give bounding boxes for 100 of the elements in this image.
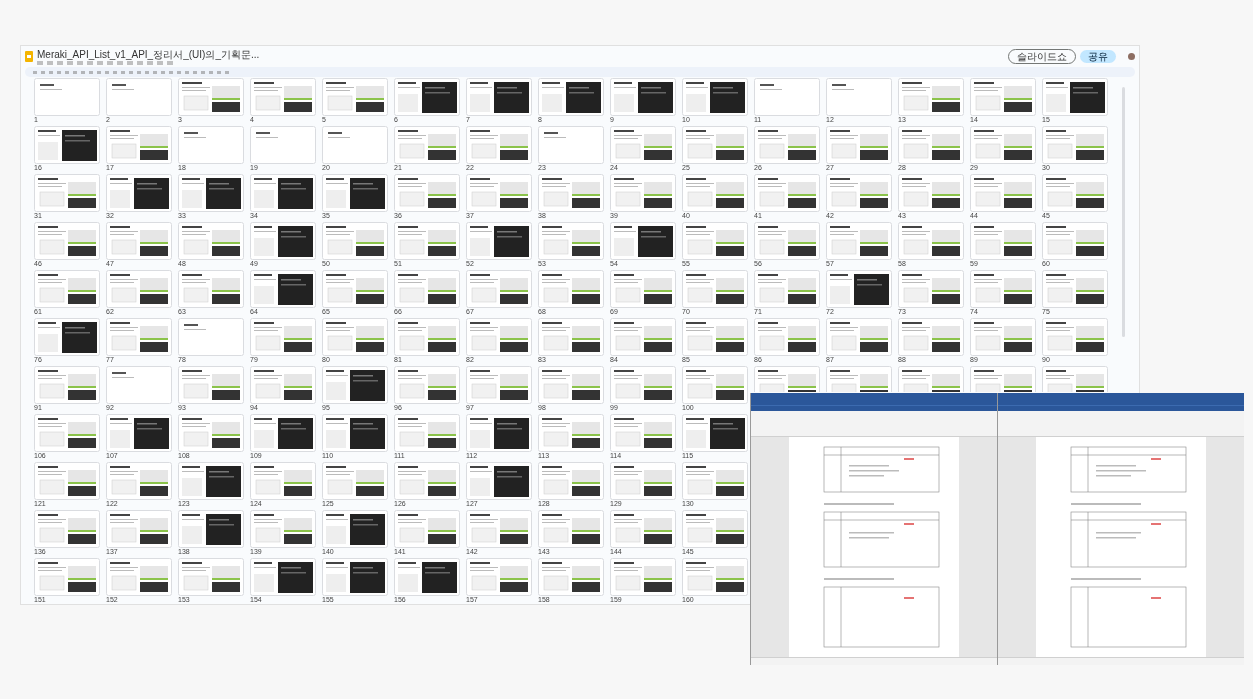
slide-thumbnail[interactable]	[466, 270, 532, 308]
slide-thumbnail[interactable]	[610, 366, 676, 404]
slide-thumbnail[interactable]	[250, 222, 316, 260]
slide-thumbnail[interactable]	[610, 462, 676, 500]
slide-thumbnail[interactable]	[178, 222, 244, 260]
slide-thumbnail[interactable]	[754, 174, 820, 212]
share-button[interactable]: 공유	[1080, 50, 1116, 64]
slide-thumbnail[interactable]	[178, 174, 244, 212]
slide-thumbnail[interactable]	[250, 558, 316, 596]
slide-thumbnail[interactable]	[178, 462, 244, 500]
slide-thumbnail[interactable]	[898, 270, 964, 308]
slide-thumbnail[interactable]	[394, 222, 460, 260]
slide-thumbnail[interactable]	[466, 174, 532, 212]
slide-thumbnail[interactable]	[538, 126, 604, 164]
slide-thumbnail[interactable]	[178, 270, 244, 308]
slide-thumbnail[interactable]	[898, 318, 964, 356]
slide-thumbnail[interactable]	[538, 174, 604, 212]
slide-thumbnail[interactable]	[898, 174, 964, 212]
slide-thumbnail[interactable]	[322, 366, 388, 404]
slide-thumbnail[interactable]	[466, 78, 532, 116]
slide-thumbnail[interactable]	[250, 366, 316, 404]
slide-thumbnail[interactable]	[322, 414, 388, 452]
slide-thumbnail[interactable]	[34, 318, 100, 356]
slide-thumbnail[interactable]	[682, 558, 748, 596]
slide-thumbnail[interactable]	[610, 126, 676, 164]
slide-thumbnail[interactable]	[754, 318, 820, 356]
slide-thumbnail[interactable]	[106, 414, 172, 452]
slide-thumbnail[interactable]	[466, 318, 532, 356]
slide-thumbnail[interactable]	[394, 174, 460, 212]
slide-thumbnail[interactable]	[1042, 270, 1108, 308]
slide-thumbnail[interactable]	[898, 126, 964, 164]
slide-thumbnail[interactable]	[826, 174, 892, 212]
slide-thumbnail[interactable]	[754, 222, 820, 260]
slide-thumbnail[interactable]	[610, 318, 676, 356]
slide-thumbnail[interactable]	[394, 126, 460, 164]
slide-thumbnail[interactable]	[250, 78, 316, 116]
slide-thumbnail[interactable]	[754, 126, 820, 164]
slide-thumbnail[interactable]	[394, 366, 460, 404]
slide-thumbnail[interactable]	[682, 126, 748, 164]
slide-thumbnail[interactable]	[538, 366, 604, 404]
slide-thumbnail[interactable]	[322, 174, 388, 212]
slide-thumbnail[interactable]	[250, 462, 316, 500]
slide-thumbnail[interactable]	[106, 558, 172, 596]
slide-thumbnail[interactable]	[682, 174, 748, 212]
slide-thumbnail[interactable]	[34, 78, 100, 116]
slide-thumbnail[interactable]	[610, 414, 676, 452]
slide-thumbnail[interactable]	[754, 270, 820, 308]
slide-thumbnail[interactable]	[322, 558, 388, 596]
slide-thumbnail[interactable]	[34, 462, 100, 500]
slide-thumbnail[interactable]	[178, 414, 244, 452]
slide-thumbnail[interactable]	[826, 366, 892, 392]
slide-thumbnail[interactable]	[538, 270, 604, 308]
slide-thumbnail[interactable]	[178, 126, 244, 164]
slide-thumbnail[interactable]	[466, 366, 532, 404]
slide-thumbnail[interactable]	[682, 510, 748, 548]
slide-thumbnail[interactable]	[682, 366, 748, 404]
slide-thumbnail[interactable]	[970, 366, 1036, 392]
slide-thumbnail[interactable]	[34, 126, 100, 164]
slide-thumbnail[interactable]	[34, 558, 100, 596]
slide-thumbnail[interactable]	[754, 366, 820, 392]
slide-thumbnail[interactable]	[250, 126, 316, 164]
slide-thumbnail[interactable]	[250, 510, 316, 548]
slide-thumbnail[interactable]	[610, 558, 676, 596]
slide-thumbnail[interactable]	[322, 510, 388, 548]
slide-thumbnail[interactable]	[538, 558, 604, 596]
slide-thumbnail[interactable]	[322, 126, 388, 164]
slide-thumbnail[interactable]	[34, 174, 100, 212]
file-name[interactable]: Meraki_API_List_v1_API_정리서_(UI)의_기획문...	[37, 48, 260, 61]
slide-thumbnail[interactable]	[682, 270, 748, 308]
slide-thumbnail[interactable]	[610, 510, 676, 548]
slide-thumbnail[interactable]	[394, 510, 460, 548]
slide-thumbnail[interactable]	[34, 366, 100, 404]
slide-thumbnail[interactable]	[610, 174, 676, 212]
slide-thumbnail[interactable]	[322, 462, 388, 500]
slide-thumbnail[interactable]	[682, 318, 748, 356]
slide-thumbnail[interactable]	[970, 318, 1036, 356]
slide-thumbnail[interactable]	[106, 318, 172, 356]
slide-thumbnail[interactable]	[106, 510, 172, 548]
slide-thumbnail[interactable]	[34, 414, 100, 452]
slide-thumbnail[interactable]	[682, 414, 748, 452]
slide-thumbnail[interactable]	[538, 414, 604, 452]
slide-thumbnail[interactable]	[466, 126, 532, 164]
slide-thumbnail[interactable]	[538, 462, 604, 500]
slide-thumbnail[interactable]	[394, 462, 460, 500]
slide-thumbnail[interactable]	[178, 78, 244, 116]
slide-thumbnail[interactable]	[898, 78, 964, 116]
slide-thumbnail[interactable]	[394, 318, 460, 356]
slide-thumbnail[interactable]	[34, 222, 100, 260]
slide-thumbnail[interactable]	[466, 222, 532, 260]
slide-thumbnail[interactable]	[1042, 318, 1108, 356]
slide-thumbnail[interactable]	[682, 78, 748, 116]
slide-thumbnail[interactable]	[178, 510, 244, 548]
slide-thumbnail[interactable]	[1042, 126, 1108, 164]
slide-thumbnail[interactable]	[898, 222, 964, 260]
slide-thumbnail[interactable]	[826, 222, 892, 260]
slide-thumbnail[interactable]	[106, 270, 172, 308]
slide-thumbnail[interactable]	[682, 462, 748, 500]
slide-thumbnail[interactable]	[394, 78, 460, 116]
slide-thumbnail[interactable]	[106, 222, 172, 260]
slide-thumbnail[interactable]	[466, 558, 532, 596]
